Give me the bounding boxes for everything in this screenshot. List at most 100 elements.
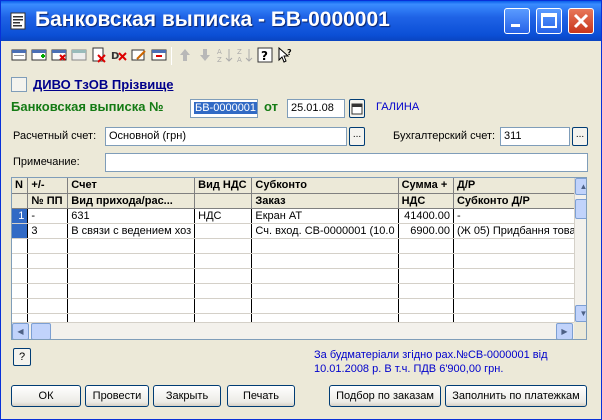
date-field[interactable]: 25.01.08 <box>287 99 345 118</box>
empty-row <box>12 283 586 299</box>
cell-nds[interactable]: 6900.00 <box>398 223 454 239</box>
col-dr[interactable]: Д/Р <box>453 178 586 194</box>
col-pm[interactable]: +/- <box>27 178 69 194</box>
ok-button[interactable]: ОК <box>11 385 81 407</box>
cell-pp[interactable]: 3 <box>27 223 69 239</box>
minimize-button[interactable] <box>504 8 530 34</box>
selector-box[interactable] <box>11 77 27 92</box>
scroll-up-icon[interactable]: ▲ <box>575 178 586 195</box>
maximize-button[interactable] <box>536 8 562 34</box>
cell-dr[interactable]: - <box>453 208 586 224</box>
book-account-field[interactable]: 311 <box>500 127 570 146</box>
table-header-row: N +/- Счет Вид НДС Субконто Сумма + Д/Р <box>12 178 586 194</box>
maximize-icon <box>541 13 557 28</box>
svg-text:A: A <box>237 56 242 63</box>
horizontal-scrollbar[interactable]: ◀ ▶ <box>12 322 574 339</box>
open-icon[interactable] <box>151 47 167 63</box>
hscroll-thumb[interactable] <box>31 323 51 339</box>
delete-row-icon[interactable] <box>51 47 67 63</box>
print-button[interactable]: Печать <box>227 385 295 407</box>
table-row[interactable]: 1 - 631 НДС Екран АТ 41400.00 - <box>12 208 586 224</box>
note-field[interactable] <box>105 153 588 172</box>
col-nds[interactable]: НДС <box>398 193 454 209</box>
document-icon <box>10 12 26 30</box>
mark-delete-icon[interactable] <box>91 47 107 63</box>
col-n-2[interactable] <box>12 193 29 209</box>
help-button[interactable]: ? <box>13 348 31 366</box>
move-up-icon[interactable] <box>177 47 193 63</box>
account-label: Расчетный счет: <box>13 130 97 142</box>
book-account-label: Бухгалтерский счет: <box>393 130 496 142</box>
empty-row <box>12 238 586 254</box>
account-field[interactable]: Основной (грн) <box>105 127 347 146</box>
calendar-button[interactable] <box>349 99 365 118</box>
move-down-icon[interactable] <box>197 47 213 63</box>
vertical-scrollbar[interactable]: ▲ ▼ <box>574 178 586 323</box>
help-icon[interactable]: ? <box>257 47 273 63</box>
edit-icon[interactable] <box>131 47 147 63</box>
book-account-select-button[interactable]: ... <box>572 127 588 146</box>
sort-desc-icon[interactable]: ZA <box>237 47 253 63</box>
new-row-icon[interactable] <box>11 47 27 63</box>
cell-vid-nds[interactable]: НДС <box>194 208 253 224</box>
bank-statement-window: Банковская выписка - БВ-0000001 D AZ ZA … <box>0 0 602 420</box>
cell-n[interactable] <box>12 223 29 239</box>
cell-vid-prihoda[interactable]: В связи с ведением хоз <box>67 223 196 239</box>
col-vid-prihoda[interactable]: Вид прихода/рас... <box>67 193 196 209</box>
payments-button[interactable]: Заполнить по платежкам <box>445 385 587 407</box>
doc-header-label: Банковская выписка № <box>11 99 164 114</box>
table-row[interactable]: 3 В связи с ведением хоз Сч. вход. СВ-00… <box>12 223 586 239</box>
close-button[interactable]: Закрыть <box>153 385 221 407</box>
col-n[interactable]: N <box>12 178 29 194</box>
user-name: ГАЛИНА <box>376 101 420 113</box>
cell-n[interactable]: 1 <box>12 208 29 224</box>
col-pp[interactable]: № ПП <box>27 193 69 209</box>
window-title: Банковская выписка - БВ-0000001 <box>35 8 390 31</box>
copy-row-icon[interactable] <box>31 47 47 63</box>
doc-number-field[interactable]: БВ-0000001 <box>190 99 258 118</box>
orders-button[interactable]: Подбор по заказам <box>329 385 441 407</box>
close-icon <box>573 13 589 29</box>
svg-text:Z: Z <box>237 48 242 56</box>
table-body: N +/- Счет Вид НДС Субконто Сумма + Д/Р … <box>12 178 586 329</box>
cell-summa[interactable]: 41400.00 <box>398 208 454 224</box>
col-subkonto[interactable]: Субконто <box>251 178 399 194</box>
table-header-row-2: № ПП Вид прихода/рас... Заказ НДС Субкон… <box>12 193 586 209</box>
minimize-icon <box>511 24 520 27</box>
scroll-thumb[interactable] <box>575 199 586 219</box>
scroll-down-icon[interactable]: ▼ <box>575 305 586 322</box>
empty-row <box>12 298 586 314</box>
post-button[interactable]: Провести <box>85 385 149 407</box>
col-subkonto-dr[interactable]: Субконто Д/Р <box>453 193 586 209</box>
col-empty[interactable] <box>194 193 253 209</box>
company-link[interactable]: ДИВО ТзОВ Прізвище <box>33 77 173 92</box>
svg-text:?: ? <box>287 48 292 57</box>
cell-subkonto-dr[interactable]: (Ж 05) Придбання товар <box>453 223 586 239</box>
account-select-button[interactable]: ... <box>349 127 365 146</box>
scroll-right-icon[interactable]: ▶ <box>556 323 573 339</box>
context-help-icon[interactable]: ? <box>277 47 293 63</box>
cell-empty[interactable] <box>194 223 253 239</box>
delete-icon[interactable]: D <box>111 47 127 63</box>
toolbar: D AZ ZA ? ? <box>5 44 597 68</box>
cell-subkonto[interactable]: Екран АТ <box>251 208 399 224</box>
scroll-corner <box>574 322 586 339</box>
col-zakaz[interactable]: Заказ <box>251 193 399 209</box>
empty-row <box>12 253 586 269</box>
cell-schet[interactable]: 631 <box>67 208 196 224</box>
svg-text:A: A <box>217 48 222 56</box>
cell-pm[interactable]: - <box>27 208 69 224</box>
col-vid-nds[interactable]: Вид НДС <box>194 178 253 194</box>
date-label: от <box>264 99 278 114</box>
sort-asc-icon[interactable]: AZ <box>217 47 233 63</box>
col-schet[interactable]: Счет <box>67 178 196 194</box>
cell-zakaz[interactable]: Сч. вход. СВ-0000001 (10.0 <box>251 223 399 239</box>
close-window-button[interactable] <box>568 8 594 34</box>
doc-number-value: БВ-0000001 <box>194 102 257 114</box>
operations-table: N +/- Счет Вид НДС Субконто Сумма + Д/Р … <box>11 177 587 340</box>
scroll-left-icon[interactable]: ◀ <box>12 323 29 339</box>
toolbar-separator <box>171 47 172 65</box>
title-bar[interactable]: Банковская выписка - БВ-0000001 <box>1 1 601 41</box>
edit-row-icon[interactable] <box>71 47 87 63</box>
col-summa[interactable]: Сумма + <box>398 178 454 194</box>
